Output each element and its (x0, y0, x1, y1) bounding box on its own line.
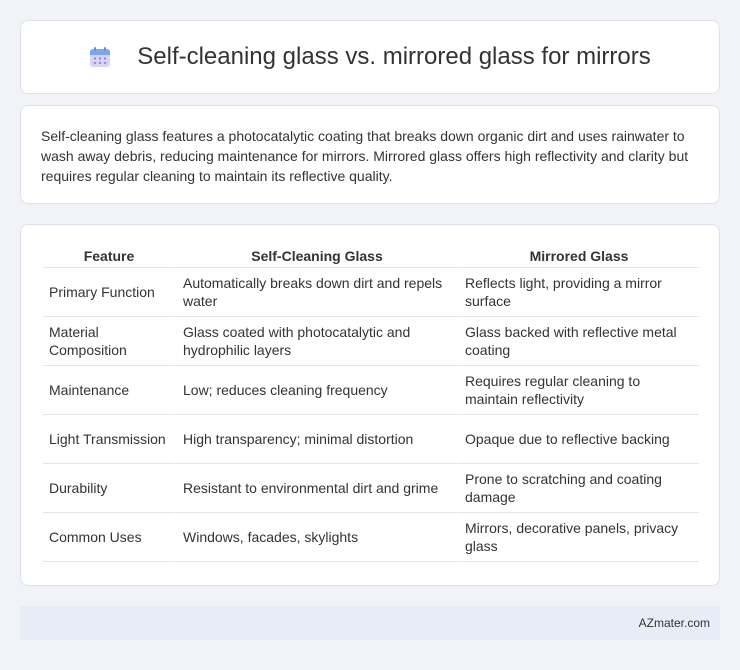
self-cleaning-cell: Windows, facades, skylights (175, 513, 457, 562)
table-row: Durability Resistant to environmental di… (43, 464, 699, 513)
table-row: Primary Function Automatically breaks do… (43, 268, 699, 317)
row-feature-cell: Primary Function (43, 268, 175, 317)
footer-bar: AZmater.com (20, 606, 720, 640)
table-row: Maintenance Low; reduces cleaning freque… (43, 366, 699, 415)
header-mirrored-glass: Mirrored Glass (457, 244, 699, 268)
table-row: Material Composition Glass coated with p… (43, 317, 699, 366)
self-cleaning-cell: High transparency; minimal distortion (175, 415, 457, 464)
mirrored-cell: Requires regular cleaning to maintain re… (457, 366, 699, 415)
header-self-cleaning-glass: Self-Cleaning Glass (175, 244, 457, 268)
footer-site-name: AZmater.com (638, 616, 710, 630)
title-card: Self-cleaning glass vs. mirrored glass f… (20, 20, 720, 94)
row-feature-cell: Durability (43, 464, 175, 513)
self-cleaning-cell: Glass coated with photocatalytic and hyd… (175, 317, 457, 366)
row-feature-cell: Material Composition (43, 317, 175, 366)
header-feature: Feature (43, 244, 175, 268)
table-header-row: Feature Self-Cleaning Glass Mirrored Gla… (43, 244, 699, 268)
comparison-table: Feature Self-Cleaning Glass Mirrored Gla… (43, 244, 699, 562)
table-row: Common Uses Windows, facades, skylights … (43, 513, 699, 562)
self-cleaning-cell: Automatically breaks down dirt and repel… (175, 268, 457, 317)
row-feature-cell: Light Transmission (43, 415, 175, 464)
mirrored-cell: Opaque due to reflective backing (457, 415, 699, 464)
self-cleaning-cell: Low; reduces cleaning frequency (175, 366, 457, 415)
mirrored-cell: Reflects light, providing a mirror surfa… (457, 268, 699, 317)
row-feature-cell: Common Uses (43, 513, 175, 562)
calendar-icon (90, 47, 111, 67)
self-cleaning-cell: Resistant to environmental dirt and grim… (175, 464, 457, 513)
table-row: Light Transmission High transparency; mi… (43, 415, 699, 464)
comparison-table-card: Feature Self-Cleaning Glass Mirrored Gla… (20, 224, 720, 586)
intro-card: Self-cleaning glass features a photocata… (20, 105, 720, 204)
mirrored-cell: Prone to scratching and coating damage (457, 464, 699, 513)
mirrored-cell: Mirrors, decorative panels, privacy glas… (457, 513, 699, 562)
page-title: Self-cleaning glass vs. mirrored glass f… (137, 43, 651, 70)
intro-paragraph: Self-cleaning glass features a photocata… (41, 128, 689, 184)
row-feature-cell: Maintenance (43, 366, 175, 415)
mirrored-cell: Glass backed with reflective metal coati… (457, 317, 699, 366)
